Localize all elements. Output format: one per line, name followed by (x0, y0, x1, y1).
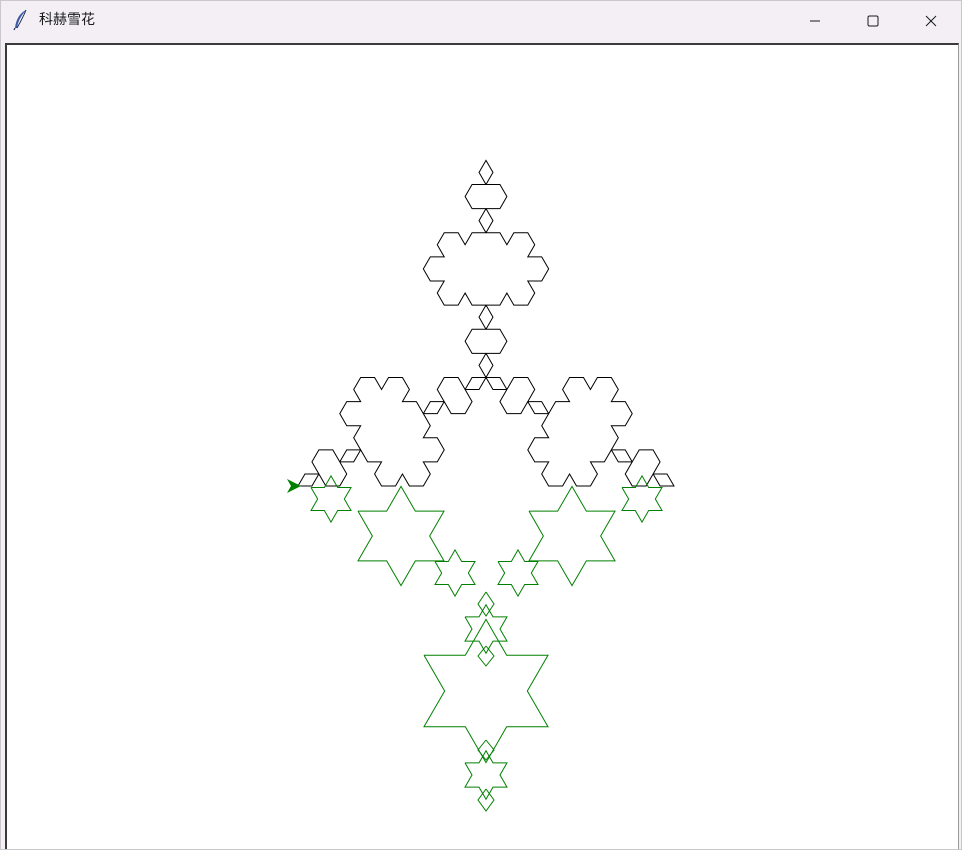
minimize-button[interactable] (786, 1, 844, 41)
turtle-cursor (287, 479, 301, 493)
turtle-canvas[interactable] (5, 43, 959, 849)
feather-icon (12, 9, 30, 31)
koch-green-flake (464, 749, 508, 801)
window-title: 科赫雪花 (39, 12, 95, 28)
koch-green-flake (621, 474, 663, 524)
koch-green-flake (434, 548, 476, 598)
koch-green-flake (357, 485, 445, 587)
turtle-arrow-icon (287, 479, 301, 493)
koch-green-flake (497, 548, 539, 598)
koch-green-diamond (477, 645, 495, 667)
koch-snowflake-outline (297, 159, 675, 487)
koch-green-pattern (310, 474, 663, 812)
app-window: 科赫雪花 (0, 0, 962, 850)
title-bar[interactable]: 科赫雪花 (1, 1, 961, 41)
koch-green-flake (464, 603, 508, 655)
koch-green-flake (423, 618, 549, 764)
drawing-canvas[interactable] (7, 45, 958, 849)
maximize-icon (867, 15, 879, 27)
close-icon (925, 15, 937, 27)
close-button[interactable] (902, 1, 960, 41)
koch-green-flake (310, 474, 352, 524)
koch-green-flake (528, 485, 616, 587)
koch-main-curve (297, 159, 675, 487)
minimize-icon (810, 20, 820, 22)
maximize-button[interactable] (844, 1, 902, 41)
